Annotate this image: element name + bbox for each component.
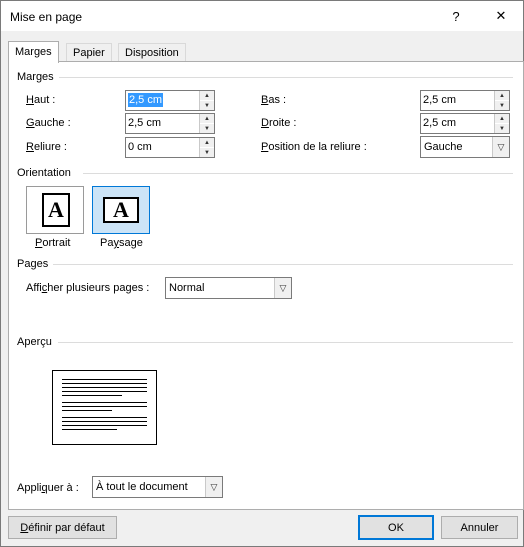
page-setup-dialog: Mise en page ? ✕ Marges Papier Dispositi… [0, 0, 524, 547]
ok-button[interactable]: OK [358, 515, 434, 540]
cancel-button[interactable]: Annuler [441, 516, 518, 539]
preview-separator [58, 342, 513, 343]
gutter-position-value: Gauche [424, 141, 463, 153]
preview-line [62, 421, 147, 422]
portrait-page-icon: A [42, 193, 70, 227]
apply-to-value: À tout le document [96, 481, 188, 493]
help-icon: ? [452, 8, 460, 24]
spin-up-icon[interactable]: ▲ [200, 138, 214, 147]
pages-group-label: Pages [17, 258, 49, 270]
top-margin-spinner[interactable]: 2,5 cm ▲ ▼ [125, 90, 215, 111]
spin-down-icon[interactable]: ▼ [495, 124, 509, 133]
landscape-label: Paysage [100, 237, 143, 249]
landscape-page-icon: A [103, 197, 139, 223]
portrait-option[interactable]: A [26, 186, 84, 234]
chevron-down-icon[interactable]: ▽ [492, 137, 509, 157]
multiple-pages-value: Normal [169, 282, 205, 294]
orientation-separator [83, 173, 513, 174]
dialog-title: Mise en page [10, 10, 83, 24]
gutter-value: 0 cm [128, 141, 152, 153]
preview-group-label: Aperçu [17, 336, 52, 348]
right-margin-spinner[interactable]: 2,5 cm ▲ ▼ [420, 113, 510, 134]
spin-down-icon[interactable]: ▼ [200, 124, 214, 133]
preview-line [62, 402, 147, 403]
orientation-group-label: Orientation [17, 167, 71, 179]
preview-line [62, 417, 147, 418]
chevron-down-icon[interactable]: ▽ [274, 278, 291, 298]
preview-line [62, 425, 147, 426]
preview-line [62, 379, 147, 380]
preview-line [62, 391, 147, 392]
multiple-pages-select[interactable]: Normal ▽ [165, 277, 292, 299]
portrait-label: Portrait [35, 237, 71, 249]
preview-line [62, 395, 122, 396]
close-icon: ✕ [495, 8, 507, 23]
set-default-button[interactable]: Définir par défaut [8, 516, 117, 539]
spin-up-icon[interactable]: ▲ [495, 91, 509, 100]
preview-line [62, 383, 147, 384]
bottom-margin-value: 2,5 cm [423, 94, 457, 106]
gutter-position-label: Position de la reliure : [261, 141, 367, 153]
preview-line [62, 410, 112, 411]
page-preview [52, 370, 157, 445]
top-margin-value: 2,5 cm [128, 93, 164, 107]
spin-down-icon[interactable]: ▼ [495, 101, 509, 110]
right-margin-label: Droite : [261, 117, 297, 129]
bottom-margin-label: Bas : [261, 94, 287, 106]
right-margin-value: 2,5 cm [423, 117, 457, 129]
tab-disposition[interactable]: Disposition [118, 43, 186, 62]
multiple-pages-label: Afficher plusieurs pages : [26, 282, 150, 294]
left-margin-label: Gauche : [26, 117, 71, 129]
gutter-label: Reliure : [26, 141, 67, 153]
tab-papier[interactable]: Papier [66, 43, 112, 62]
close-button[interactable]: ✕ [481, 1, 521, 31]
preview-line [62, 429, 117, 430]
title-bar: Mise en page ? ✕ [1, 1, 523, 31]
gutter-spinner[interactable]: 0 cm ▲ ▼ [125, 137, 215, 158]
chevron-down-icon[interactable]: ▽ [205, 477, 222, 497]
spin-up-icon[interactable]: ▲ [495, 114, 509, 123]
left-margin-spinner[interactable]: 2,5 cm ▲ ▼ [125, 113, 215, 134]
spin-down-icon[interactable]: ▼ [200, 101, 214, 110]
apply-label: Appliquer à : [17, 482, 79, 494]
gutter-position-select[interactable]: Gauche ▽ [420, 136, 510, 158]
apply-to-select[interactable]: À tout le document ▽ [92, 476, 223, 498]
help-button[interactable]: ? [436, 1, 476, 31]
spin-up-icon[interactable]: ▲ [200, 91, 214, 100]
preview-line [62, 387, 147, 388]
preview-line [62, 406, 147, 407]
tab-marges[interactable]: Marges [8, 41, 59, 63]
landscape-option[interactable]: A [92, 186, 150, 234]
bottom-margin-spinner[interactable]: 2,5 cm ▲ ▼ [420, 90, 510, 111]
left-margin-value: 2,5 cm [128, 117, 162, 129]
top-margin-label: Haut : [26, 94, 56, 106]
spin-up-icon[interactable]: ▲ [200, 114, 214, 123]
spin-down-icon[interactable]: ▼ [200, 148, 214, 157]
margins-group-label: Marges [17, 71, 54, 83]
pages-separator [53, 264, 513, 265]
margins-separator [59, 77, 513, 78]
